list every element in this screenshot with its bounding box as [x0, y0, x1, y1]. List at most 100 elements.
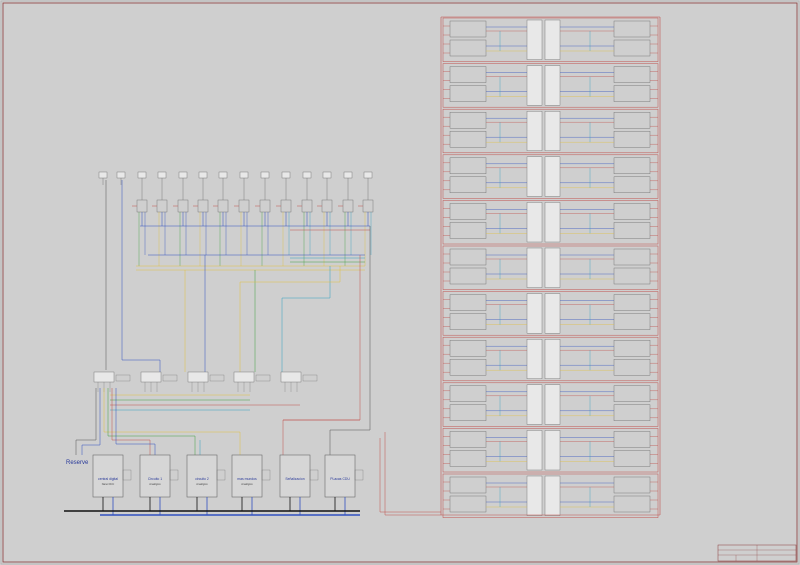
module-connector	[309, 469, 319, 481]
rack-component	[613, 157, 651, 175]
rack-component	[449, 359, 487, 376]
switch-connector	[98, 171, 108, 179]
relay-unit	[140, 371, 178, 392]
switch-unit	[152, 171, 168, 266]
switch-connector	[260, 171, 270, 179]
rack-component	[449, 450, 487, 467]
relay-row	[93, 371, 318, 392]
rack-component	[613, 85, 651, 102]
schematic-sheet: central digitalNano DCC Circuito 1 Analógi…	[0, 0, 800, 565]
relay-body	[233, 371, 255, 383]
rack-component	[613, 294, 651, 311]
module-subtitle: Analógico	[196, 482, 208, 486]
rack-module	[442, 336, 659, 382]
rack-component	[613, 431, 651, 448]
rack-component	[449, 404, 487, 421]
switch-unit	[116, 171, 126, 185]
module-connector	[261, 469, 271, 481]
rack-chip-left	[526, 293, 543, 334]
rack-chip-left	[526, 339, 543, 380]
module-title: mas mundos	[237, 477, 257, 481]
module-box	[231, 454, 263, 498]
switch-body	[177, 199, 189, 213]
switch-body	[259, 199, 271, 213]
reserve-label: Reserve	[66, 460, 89, 466]
rack-chip-left	[526, 475, 543, 516]
rack-module	[442, 17, 659, 62]
rack-chip-left	[526, 430, 543, 471]
rack-chip-right	[544, 19, 561, 60]
rack-column	[442, 17, 659, 518]
switch-unit	[173, 171, 189, 266]
rack-module	[442, 108, 659, 154]
rack-component	[613, 176, 651, 194]
relay-unit	[187, 371, 225, 392]
switch-unit	[317, 171, 333, 266]
switch-body	[321, 199, 333, 213]
switch-connector	[137, 171, 147, 179]
relay-body	[187, 371, 209, 383]
rack-chip-right	[544, 475, 561, 516]
rack-component	[449, 20, 487, 38]
module-box	[279, 454, 311, 498]
rack-component	[613, 39, 651, 57]
rack-component	[613, 495, 651, 513]
rack-component	[613, 66, 651, 83]
switch-body	[136, 199, 148, 213]
rack-chip-left	[526, 65, 543, 106]
relay-unit	[233, 371, 271, 392]
switch-unit	[297, 171, 313, 266]
module-title: Circuito 1	[148, 477, 162, 481]
rack-chip-right	[544, 339, 561, 380]
switch-connector	[116, 171, 126, 179]
rack-chip-left	[526, 110, 543, 151]
module-5: Señalizacion	[279, 454, 319, 515]
rack-chip-right	[544, 247, 561, 288]
relay-body	[140, 371, 162, 383]
relay-body	[280, 371, 302, 383]
switch-connector	[198, 171, 208, 179]
switch-connector	[157, 171, 167, 179]
rack-component	[449, 476, 487, 494]
module-box	[139, 454, 171, 498]
module-title: Señalizacion	[285, 477, 304, 481]
rack-component	[449, 267, 487, 285]
switch-body	[217, 199, 229, 213]
rack-component	[613, 267, 651, 285]
rack-module	[442, 63, 659, 108]
rack-chip-left	[526, 202, 543, 243]
module-title: central digital	[98, 477, 118, 481]
rack-chip-right	[544, 110, 561, 151]
rack-component	[449, 85, 487, 102]
rack-component	[449, 431, 487, 448]
rack-component	[449, 340, 487, 357]
module-subtitle: Nano DCC	[102, 482, 115, 486]
rack-component	[613, 450, 651, 467]
module-connector	[354, 469, 364, 481]
rack-component	[449, 495, 487, 513]
switch-unit	[234, 171, 250, 266]
title-block	[717, 544, 797, 562]
module-title: PLacas CDU	[330, 477, 350, 481]
module-row: central digitalNano DCC Circuito 1 Analógi…	[92, 454, 364, 515]
rack-component	[613, 359, 651, 376]
rack-chip-right	[544, 430, 561, 471]
switch-connector	[322, 171, 332, 179]
switch-unit	[255, 171, 271, 266]
switch-unit	[276, 171, 292, 266]
module-connector	[122, 469, 132, 481]
rack-component	[613, 222, 651, 239]
rack-component	[449, 248, 487, 266]
switch-body	[301, 199, 313, 213]
switch-body	[342, 199, 354, 213]
relay-contact	[115, 374, 131, 382]
rack-component	[449, 39, 487, 57]
rack-component	[449, 176, 487, 194]
rack-component	[449, 111, 487, 129]
rack-module	[442, 245, 659, 290]
switch-body	[156, 199, 168, 213]
rack-component	[613, 385, 651, 402]
power-bus	[64, 510, 360, 516]
rack-component	[613, 313, 651, 330]
rack-module	[442, 200, 659, 245]
